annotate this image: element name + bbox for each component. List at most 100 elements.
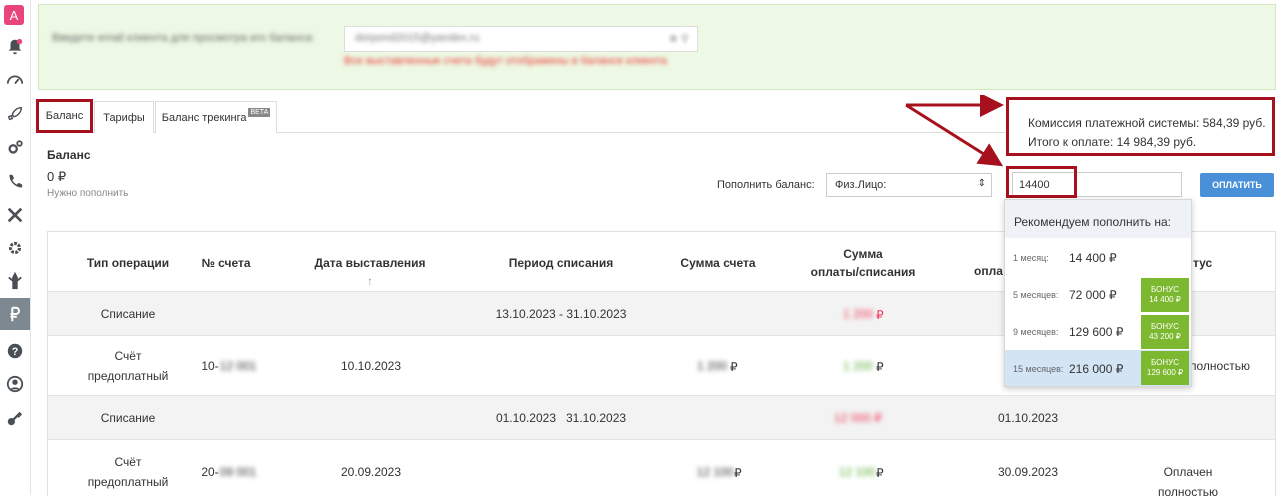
- row-paid-at: 30.09.2023: [997, 465, 1059, 479]
- row-invoice-prefix: 20-: [201, 465, 219, 479]
- recommend-option-5[interactable]: 5 месяцев: 72 000 ₽ БОНУС 14 400 ₽: [1005, 276, 1191, 313]
- speedometer-icon[interactable]: [4, 69, 26, 91]
- phone-icon[interactable]: [4, 170, 26, 192]
- row-date: 20.09.2023: [340, 465, 402, 479]
- col-invoice: № счета: [201, 256, 251, 270]
- client-email-value: dorpond2015@yandex.ru: [355, 32, 480, 44]
- row-type-line2: предоплатный: [87, 369, 169, 383]
- col-period: Период списания: [508, 256, 614, 270]
- row-paid: 12 100: [838, 465, 876, 479]
- option-price: 72 000 ₽: [1069, 288, 1117, 302]
- svg-text:?: ?: [12, 346, 19, 358]
- pay-button[interactable]: ОПЛАТИТЬ: [1200, 173, 1274, 197]
- client-email-label: Введите email клиента для просмотра его …: [52, 32, 315, 44]
- sidebar: A ?: [0, 0, 31, 495]
- row-paid-currency: ₽: [876, 466, 884, 480]
- app-logo[interactable]: A: [4, 5, 24, 25]
- bonus-badge: БОНУС 129 600 ₽: [1141, 351, 1189, 385]
- key-icon[interactable]: [4, 407, 26, 429]
- row-type: Списание: [100, 411, 156, 425]
- bell-icon[interactable]: [4, 36, 26, 58]
- balance-value: 0 ₽: [47, 169, 67, 184]
- tools-icon[interactable]: [4, 204, 26, 226]
- balance-hint: Нужно пополнить: [47, 188, 129, 199]
- row-paid: 12 000 ₽: [834, 411, 882, 425]
- bonus-label: БОНУС: [1150, 285, 1180, 294]
- tab-balance[interactable]: Баланс: [36, 99, 93, 133]
- col-type: Тип операции: [86, 256, 170, 270]
- row-period: 13.10.2023 - 31.10.2023: [495, 307, 627, 321]
- row-paid-currency: ₽: [876, 360, 884, 374]
- ruble-icon[interactable]: [0, 298, 30, 330]
- tab-tariffs[interactable]: Тарифы: [94, 101, 154, 133]
- col-paid-line2: оплаты/списания: [810, 265, 916, 279]
- commission-fee: Комиссия платежной системы: 584,39 руб.: [1028, 116, 1266, 130]
- bonus-amount: 129 600 ₽: [1146, 368, 1184, 377]
- bonus-amount: 43 200 ₽: [1149, 332, 1181, 341]
- col-paid-line1: Сумма: [843, 247, 883, 261]
- row-invoice-prefix: 10-: [201, 359, 219, 373]
- bonus-badge: БОНУС 14 400 ₽: [1141, 278, 1189, 312]
- bonus-label: БОНУС: [1150, 322, 1180, 331]
- row-paid: 1 200: [842, 359, 874, 373]
- option-months: 1 месяц:: [1013, 253, 1049, 263]
- row-paid: 1 200: [842, 307, 874, 321]
- option-price: 129 600 ₽: [1069, 325, 1124, 339]
- table-row[interactable]: Счёт предоплатный 20- 09 001 20.09.2023 …: [48, 439, 1275, 500]
- client-email-input[interactable]: dorpond2015@yandex.ru ⊗ ⚲: [344, 26, 698, 52]
- row-period: 01.10.2023 31.10.2023: [495, 411, 627, 425]
- row-status: полностью: [1190, 359, 1250, 373]
- row-sum: 1 200: [696, 359, 728, 373]
- row-status: Оплачен полностью: [1158, 465, 1218, 499]
- recommend-title: Рекомендуем пополнить на:: [1014, 215, 1172, 229]
- row-type: Списание: [100, 307, 156, 321]
- user-icon[interactable]: [4, 373, 26, 395]
- tab-tariffs-label: Тарифы: [103, 111, 145, 124]
- row-type-line1: Счёт: [114, 349, 142, 363]
- row-type: Счёт предоплатный: [68, 346, 188, 386]
- recommend-option-15[interactable]: 15 месяцев: 216 000 ₽ БОНУС 129 600 ₽: [1005, 350, 1191, 386]
- row-date: 10.10.2023: [340, 359, 402, 373]
- search-icon[interactable]: ⊗ ⚲: [669, 32, 689, 45]
- tab-tracking-label: Баланс трекинга: [161, 111, 247, 124]
- payer-type-value: Физ.Лицо:: [835, 179, 887, 191]
- option-months: 5 месяцев:: [1013, 290, 1059, 300]
- col-sum: Сумма счета: [680, 256, 756, 270]
- col-date[interactable]: Дата выставления ↑: [310, 254, 430, 290]
- sort-arrow-icon[interactable]: ↑: [367, 274, 373, 288]
- row-paid-currency: ₽: [876, 308, 884, 322]
- col-date-label: Дата выставления: [314, 256, 426, 270]
- row-type: Счёт предоплатный: [68, 452, 188, 492]
- recommend-option-1[interactable]: 1 месяц: 14 400 ₽: [1005, 238, 1191, 276]
- crown-icon[interactable]: [4, 270, 26, 292]
- topup-label: Пополнить баланс:: [717, 179, 815, 191]
- gears-icon[interactable]: [4, 137, 26, 159]
- gear-icon[interactable]: [4, 237, 26, 259]
- col-status: тус: [1193, 256, 1213, 270]
- rocket-icon[interactable]: [4, 103, 26, 125]
- tab-balance-label: Баланс: [45, 110, 84, 122]
- row-sum-currency: ₽: [734, 466, 742, 480]
- row-sum: 12 100: [696, 465, 734, 479]
- balance-title: Баланс: [47, 148, 91, 162]
- beta-badge: BETA: [248, 108, 271, 117]
- table-row[interactable]: Списание 01.10.2023 31.10.2023 12 000 ₽ …: [48, 395, 1275, 440]
- commission-box: Комиссия платежной системы: 584,39 руб. …: [1006, 97, 1275, 156]
- payer-type-select[interactable]: Физ.Лицо: ⇕: [826, 173, 992, 197]
- commission-total: Итого к оплате: 14 984,39 руб.: [1028, 135, 1197, 149]
- option-price: 216 000 ₽: [1069, 362, 1124, 376]
- client-email-warning: Все выставленные счета будут отображены …: [344, 55, 667, 67]
- row-type-line1: Счёт: [114, 455, 142, 469]
- recommend-dropdown: Рекомендуем пополнить на: 1 месяц: 14 40…: [1004, 199, 1192, 387]
- bonus-amount: 14 400 ₽: [1149, 295, 1181, 304]
- bonus-label: БОНУС: [1150, 358, 1180, 367]
- recommend-title-bar: Рекомендуем пополнить на:: [1005, 200, 1191, 238]
- row-type-line2: предоплатный: [87, 475, 169, 489]
- row-invoice: 12 001: [219, 359, 257, 373]
- option-months: 15 месяцев:: [1013, 364, 1064, 374]
- row-sum-currency: ₽: [730, 360, 738, 374]
- option-price: 14 400 ₽: [1069, 251, 1117, 265]
- tab-tracking-balance[interactable]: Баланс трекинга BETA: [155, 101, 277, 133]
- recommend-option-9[interactable]: 9 месяцев: 129 600 ₽ БОНУС 43 200 ₽: [1005, 313, 1191, 350]
- help-icon[interactable]: ?: [4, 340, 26, 362]
